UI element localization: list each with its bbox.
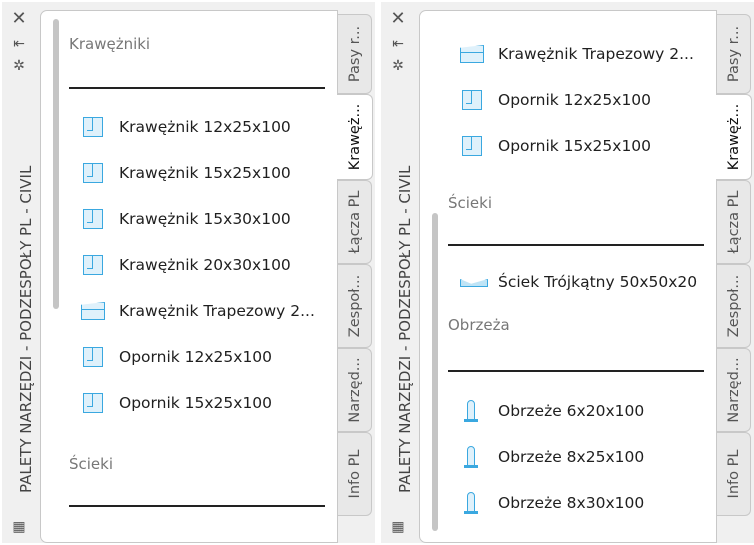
tool-palette-left: ✕ ⇤ ✲ PALETY NARZĘDZI - PODZESPOŁY PL - … bbox=[2, 2, 375, 543]
list-item[interactable]: Krawężnik Trapezowy 2... bbox=[81, 294, 315, 328]
list-item[interactable]: Obrzeże 8x25x100 bbox=[460, 440, 644, 474]
scrollbar[interactable] bbox=[432, 213, 438, 531]
tab-krawezniki[interactable]: Krawęż... bbox=[337, 94, 373, 180]
section-divider bbox=[448, 244, 704, 246]
tool-palette-right: ✕ ⇤ ✲ PALETY NARZĘDZI - PODZESPOŁY PL - … bbox=[381, 2, 754, 543]
list-item[interactable]: Obrzeże 8x30x100 bbox=[460, 486, 644, 520]
tab-zespoly[interactable]: Zespoł... bbox=[338, 264, 372, 348]
curb-icon bbox=[81, 345, 105, 369]
palette-title-bar: ✕ ⇤ ✲ PALETY NARZĘDZI - PODZESPOŁY PL - … bbox=[381, 2, 419, 543]
section-divider bbox=[69, 505, 325, 507]
section-title-scieki: Ścieki bbox=[69, 455, 114, 473]
tab-narzedzia[interactable]: Narzęd... bbox=[338, 348, 372, 432]
close-icon[interactable]: ✕ bbox=[390, 10, 406, 28]
palette-tabs: Pasy r... Krawęż... Łącza PL Zespoł... N… bbox=[337, 2, 375, 543]
list-item[interactable]: Ściek Trójkątny 50x50x20 bbox=[460, 265, 697, 299]
section-divider bbox=[448, 370, 704, 372]
list-item[interactable]: Opornik 15x25x100 bbox=[81, 386, 272, 420]
edging-icon bbox=[460, 399, 484, 423]
list-item[interactable]: Opornik 12x25x100 bbox=[81, 340, 272, 374]
tab-krawezniki[interactable]: Krawęż... bbox=[716, 94, 752, 180]
properties-icon[interactable]: ▦ bbox=[390, 519, 406, 535]
palette-content[interactable]: Krawężnik Trapezowy 2... Opornik 12x25x1… bbox=[419, 10, 717, 543]
palette-title-bar: ✕ ⇤ ✲ PALETY NARZĘDZI - PODZESPOŁY PL - … bbox=[2, 2, 40, 543]
gutter-icon bbox=[460, 270, 484, 294]
curb-icon bbox=[81, 253, 105, 277]
tab-narzedzia[interactable]: Narzęd... bbox=[717, 348, 751, 432]
properties-icon[interactable]: ▦ bbox=[11, 519, 27, 535]
tab-pasy[interactable]: Pasy r... bbox=[338, 14, 372, 94]
close-icon[interactable]: ✕ bbox=[11, 10, 27, 28]
tab-info[interactable]: Info PL bbox=[338, 432, 372, 516]
curb-icon bbox=[460, 88, 484, 112]
palette-title: PALETY NARZĘDZI - PODZESPOŁY PL - CIVIL bbox=[396, 165, 414, 493]
palette-tabs: Pasy r... Krawęż... Łącza PL Zespoł... N… bbox=[716, 2, 754, 543]
tab-lacza[interactable]: Łącza PL bbox=[717, 180, 751, 264]
list-item[interactable]: Obrzeże 6x20x100 bbox=[460, 394, 644, 428]
list-item[interactable]: Krawężnik 12x25x100 bbox=[81, 110, 291, 144]
list-item[interactable]: Krawężnik 15x30x100 bbox=[81, 202, 291, 236]
curb-icon bbox=[81, 115, 105, 139]
tab-info[interactable]: Info PL bbox=[717, 432, 751, 516]
list-item[interactable]: Krawężnik Trapezowy 2... bbox=[460, 37, 694, 71]
list-item[interactable]: Krawężnik 20x30x100 bbox=[81, 248, 291, 282]
palette-content[interactable]: Krawężniki Krawężnik 12x25x100 Krawężnik… bbox=[40, 10, 338, 543]
list-item[interactable]: Opornik 12x25x100 bbox=[460, 83, 651, 117]
section-title-scieki: Ścieki bbox=[448, 194, 493, 212]
curb-icon bbox=[81, 207, 105, 231]
section-divider bbox=[69, 87, 325, 89]
palette-title: PALETY NARZĘDZI - PODZESPOŁY PL - CIVIL bbox=[17, 165, 35, 493]
edging-icon bbox=[460, 445, 484, 469]
list-item[interactable]: Opornik 15x25x100 bbox=[460, 129, 651, 163]
tab-zespoly[interactable]: Zespoł... bbox=[717, 264, 751, 348]
list-item[interactable]: Krawężnik 15x25x100 bbox=[81, 156, 291, 190]
tab-lacza[interactable]: Łącza PL bbox=[338, 180, 372, 264]
curb-icon bbox=[81, 391, 105, 415]
section-title-obrzeza: Obrzeża bbox=[448, 316, 510, 334]
edging-icon bbox=[460, 491, 484, 515]
curb-icon bbox=[81, 161, 105, 185]
section-title-krawezniki: Krawężniki bbox=[69, 35, 151, 53]
scrollbar[interactable] bbox=[53, 19, 59, 309]
trapezoid-curb-icon bbox=[460, 42, 484, 66]
tab-pasy[interactable]: Pasy r... bbox=[717, 14, 751, 94]
trapezoid-curb-icon bbox=[81, 299, 105, 323]
curb-icon bbox=[460, 134, 484, 158]
